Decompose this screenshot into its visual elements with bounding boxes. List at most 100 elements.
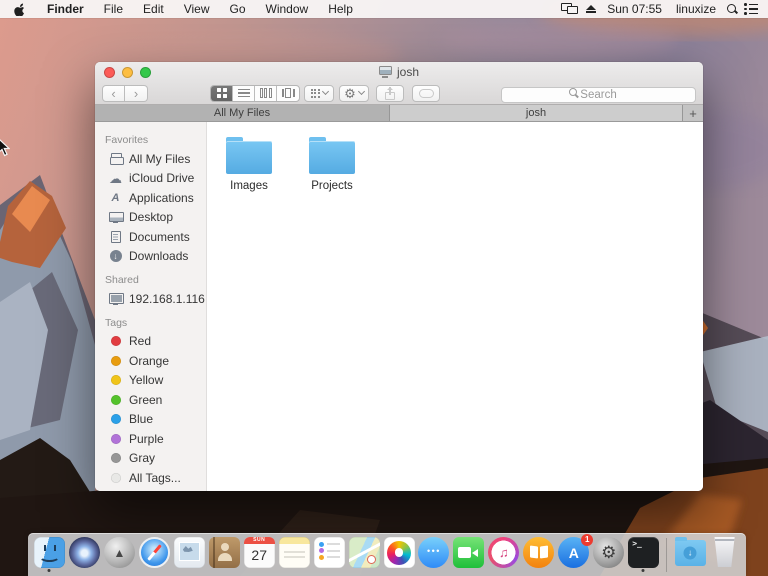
share-button[interactable] bbox=[376, 84, 404, 102]
mail-icon bbox=[173, 537, 205, 568]
orange-tag-icon bbox=[110, 355, 121, 366]
launchpad-icon: ▲ bbox=[103, 537, 135, 568]
folder-name: Images bbox=[230, 180, 268, 192]
dock-item-itunes[interactable]: ♫ bbox=[488, 537, 520, 574]
tab-josh[interactable]: josh bbox=[390, 105, 683, 121]
shared-header: Shared bbox=[105, 274, 139, 286]
zoom-button[interactable] bbox=[140, 67, 151, 78]
dock: ▲ SUN 27 ••• ♫ A 1 ⚙ >_ ↓ bbox=[28, 533, 746, 576]
rocket-icon: ▲ bbox=[113, 545, 126, 560]
sidebar-tag-gray[interactable]: Gray bbox=[95, 449, 206, 469]
forward-button[interactable]: › bbox=[125, 84, 148, 102]
dock-item-launchpad[interactable]: ▲ bbox=[103, 537, 135, 574]
downloads-folder-icon: ↓ bbox=[674, 537, 706, 566]
icon-view-button[interactable] bbox=[211, 85, 233, 101]
ibooks-icon bbox=[523, 537, 555, 568]
folder-images[interactable]: Images bbox=[216, 137, 282, 192]
title-bar[interactable]: josh bbox=[95, 62, 703, 82]
calendar-day: 27 bbox=[251, 547, 267, 563]
sidebar: Favorites All My Files ☁ iCloud Drive A … bbox=[95, 122, 207, 491]
dock-item-safari[interactable] bbox=[138, 537, 170, 574]
sidebar-tag-yellow[interactable]: Yellow bbox=[95, 371, 206, 391]
app-store-icon: A 1 bbox=[558, 534, 594, 568]
reminders-icon bbox=[313, 537, 345, 568]
folder-projects[interactable]: Projects bbox=[299, 137, 365, 192]
calendar-icon: SUN 27 bbox=[243, 537, 275, 568]
arrange-button[interactable] bbox=[304, 84, 334, 102]
menu-finder[interactable]: Finder bbox=[37, 0, 94, 18]
chevron-down-icon bbox=[357, 87, 365, 96]
sidebar-tag-red[interactable]: Red bbox=[95, 332, 206, 352]
spotlight-icon[interactable] bbox=[726, 3, 738, 15]
notification-center-icon[interactable] bbox=[744, 3, 758, 15]
dock-item-photos[interactable] bbox=[383, 537, 415, 574]
favorites-header: Favorites bbox=[105, 134, 149, 146]
eject-menu-icon[interactable] bbox=[585, 4, 597, 14]
minimize-button[interactable] bbox=[122, 67, 133, 78]
apple-menu[interactable] bbox=[0, 3, 37, 16]
folder-icon bbox=[309, 137, 355, 174]
sidebar-tag-purple[interactable]: Purple bbox=[95, 429, 206, 449]
sidebar-item-documents[interactable]: Documents bbox=[95, 227, 206, 247]
search-input[interactable] bbox=[501, 87, 696, 103]
dock-item-calendar[interactable]: SUN 27 bbox=[243, 537, 275, 574]
dock-item-notes[interactable] bbox=[278, 537, 310, 574]
notification-badge: 1 bbox=[581, 534, 594, 546]
column-view-button[interactable] bbox=[255, 85, 277, 101]
dock-item-system-preferences[interactable]: ⚙ bbox=[593, 537, 625, 574]
back-button[interactable]: ‹ bbox=[102, 84, 125, 102]
sidebar-item-applications[interactable]: A Applications bbox=[95, 188, 206, 208]
yellow-tag-icon bbox=[110, 375, 121, 386]
menu-file[interactable]: File bbox=[94, 0, 133, 18]
dock-item-facetime[interactable] bbox=[453, 537, 485, 574]
new-tab-button[interactable]: + bbox=[683, 105, 703, 121]
sidebar-item-downloads[interactable]: ↓ Downloads bbox=[95, 247, 206, 267]
dock-item-downloads[interactable]: ↓ bbox=[674, 537, 706, 574]
dock-item-mail[interactable] bbox=[173, 537, 205, 574]
menu-help[interactable]: Help bbox=[318, 0, 363, 18]
menu-bar-clock[interactable]: Sun 07:55 bbox=[603, 2, 666, 16]
window-chrome: josh ‹ › ⚙ bbox=[95, 62, 703, 105]
folder-name: Projects bbox=[311, 180, 353, 192]
menu-window[interactable]: Window bbox=[256, 0, 319, 18]
sidebar-all-tags[interactable]: All Tags... bbox=[95, 468, 206, 488]
tab-all-my-files[interactable]: All My Files bbox=[95, 105, 390, 121]
sidebar-item-shared-server[interactable]: 192.168.1.116 bbox=[95, 289, 206, 309]
dock-item-app-store[interactable]: A 1 bbox=[558, 534, 594, 574]
sidebar-tag-orange[interactable]: Orange bbox=[95, 351, 206, 371]
dock-item-terminal[interactable]: >_ bbox=[628, 537, 660, 574]
notes-icon bbox=[278, 537, 310, 568]
menu-go[interactable]: Go bbox=[220, 0, 256, 18]
dock-item-ibooks[interactable] bbox=[523, 537, 555, 574]
menu-bar-user[interactable]: linuxize bbox=[672, 2, 720, 16]
sidebar-tag-blue[interactable]: Blue bbox=[95, 410, 206, 430]
tag-button[interactable] bbox=[412, 84, 440, 102]
menu-view[interactable]: View bbox=[174, 0, 220, 18]
dock-item-maps[interactable] bbox=[348, 537, 380, 574]
sidebar-tag-green[interactable]: Green bbox=[95, 390, 206, 410]
coverflow-view-button[interactable] bbox=[277, 86, 299, 101]
sidebar-item-desktop[interactable]: Desktop bbox=[95, 208, 206, 228]
system-preferences-icon: ⚙ bbox=[593, 537, 625, 568]
dock-item-siri[interactable] bbox=[68, 537, 100, 574]
sidebar-item-icloud-drive[interactable]: ☁ iCloud Drive bbox=[95, 169, 206, 189]
maps-icon bbox=[348, 537, 380, 568]
folder-icon bbox=[226, 137, 272, 174]
desktop-icon bbox=[108, 211, 124, 223]
toolbar: ‹ › ⚙ bbox=[95, 82, 703, 104]
list-view-button[interactable] bbox=[233, 85, 255, 101]
file-browser-area[interactable]: Images Projects bbox=[207, 122, 703, 491]
dock-item-messages[interactable]: ••• bbox=[418, 537, 450, 574]
dock-item-reminders[interactable] bbox=[313, 537, 345, 574]
dock-item-trash[interactable] bbox=[710, 537, 740, 574]
sidebar-item-all-my-files[interactable]: All My Files bbox=[95, 149, 206, 169]
dock-item-finder[interactable] bbox=[33, 537, 65, 574]
close-button[interactable] bbox=[104, 67, 115, 78]
calendar-weekday: SUN bbox=[243, 537, 275, 544]
menu-edit[interactable]: Edit bbox=[133, 0, 174, 18]
action-button[interactable]: ⚙ bbox=[339, 84, 369, 102]
all-tags-icon bbox=[110, 472, 121, 483]
displays-menu-icon[interactable] bbox=[561, 3, 579, 15]
dock-item-contacts[interactable] bbox=[208, 537, 240, 574]
share-icon bbox=[384, 86, 396, 100]
